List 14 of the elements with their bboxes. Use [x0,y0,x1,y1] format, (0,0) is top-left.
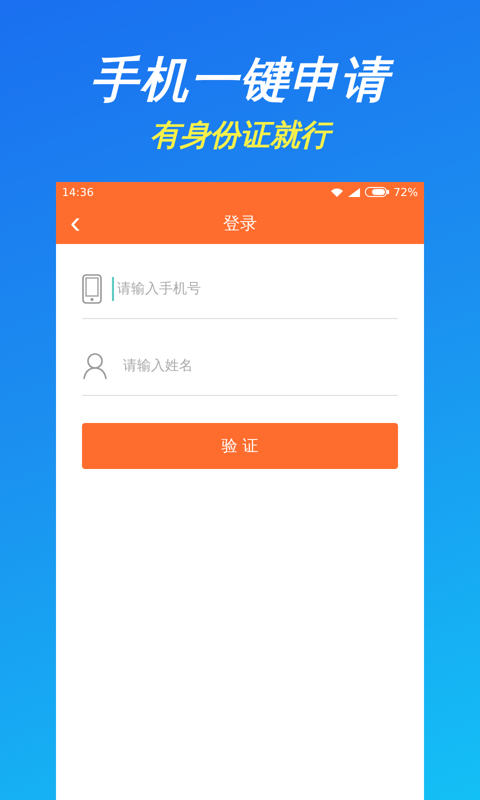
user-icon [82,352,108,380]
back-button[interactable]: ‹ [66,206,85,238]
verify-button[interactable]: 验 证 [82,423,398,469]
wifi-icon [330,188,343,196]
input-field[interactable]: 请输入手机号 [112,277,398,301]
status-time: 14:36 [62,186,94,198]
signal-icon [348,188,360,196]
battery-percent: 72% [394,186,418,198]
subheadline: 有身份证就行 [140,116,340,156]
input-field[interactable]: 请输入姓名 [118,354,398,378]
headline: 手机一键申请 [78,48,402,112]
page-title: 登录 [223,212,257,234]
battery-icon [364,187,389,197]
phone-icon [82,274,102,304]
